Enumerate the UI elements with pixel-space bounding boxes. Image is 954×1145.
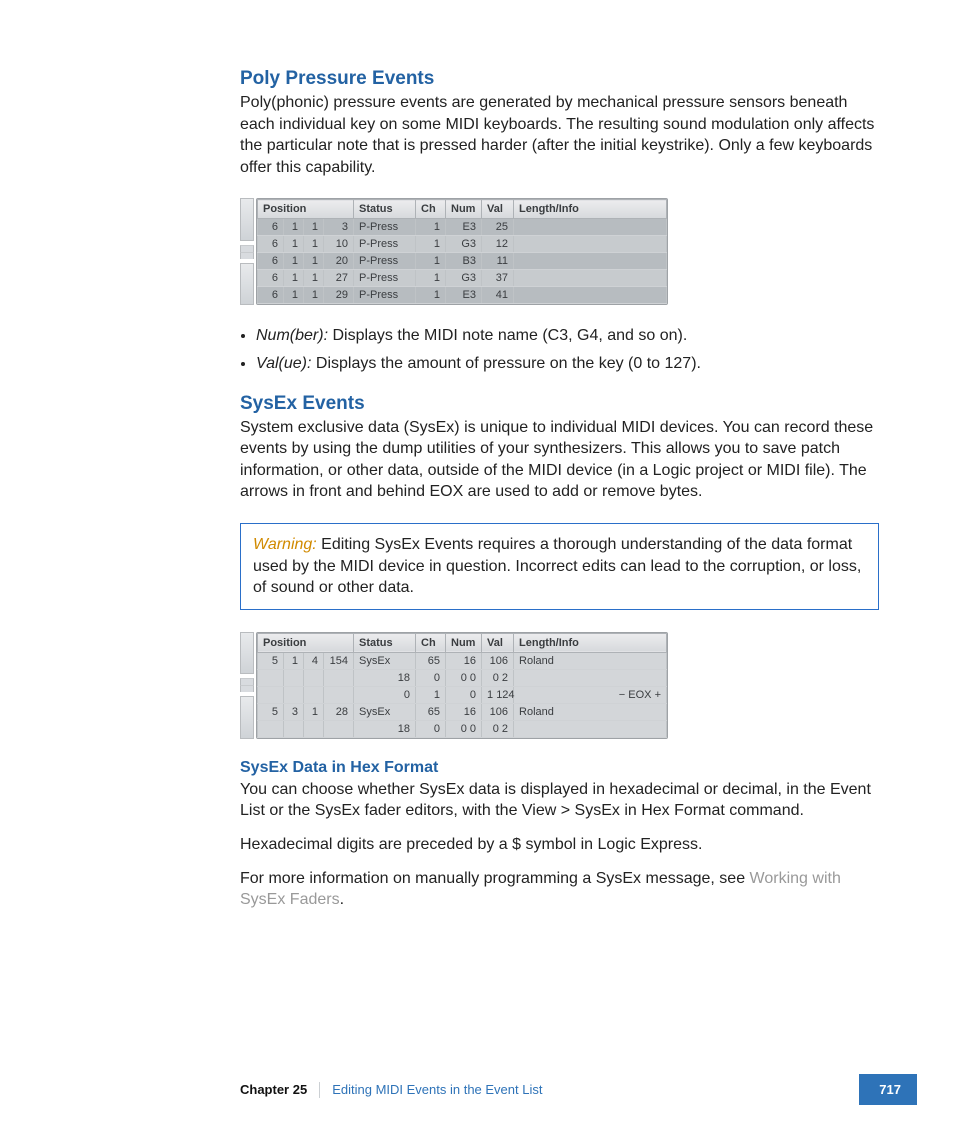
footer-title: Editing MIDI Events in the Event List [332, 1082, 542, 1097]
scroll-handle-up[interactable] [240, 245, 254, 252]
event-list-table-sysex: Position Status Ch Num Val Length/Info 5… [240, 632, 879, 739]
th-status[interactable]: Status [354, 200, 416, 219]
scroll-up[interactable] [240, 632, 254, 675]
heading-poly: Poly Pressure Events [240, 68, 879, 90]
para-hex-3b: . [340, 891, 344, 908]
table-row[interactable]: 6 1 1 27 P-Press 1 G3 37 [258, 270, 667, 287]
bullet-label-num: Num(ber): [256, 327, 328, 344]
para-hex-1: You can choose whether SysEx data is dis… [240, 779, 879, 822]
th-val[interactable]: Val [482, 633, 514, 652]
scroll-handle-down[interactable] [240, 252, 254, 259]
table-row[interactable]: 5 1 4 154 SysEx 65 16 106 Roland [258, 652, 667, 669]
event-list-frame: Position Status Ch Num Val Length/Info 5… [256, 632, 668, 739]
bullet-label-val: Val(ue): [256, 355, 311, 372]
table-row[interactable]: 6 1 1 29 P-Press 1 E3 41 [258, 287, 667, 304]
table-row[interactable]: 0 1 0 1 124 − EOX + [258, 686, 667, 703]
scroll-handle-down[interactable] [240, 685, 254, 692]
th-status[interactable]: Status [354, 633, 416, 652]
scroll-up[interactable] [240, 198, 254, 241]
warning-label: Warning: [253, 536, 317, 553]
table-row[interactable]: 6 1 1 10 P-Press 1 G3 12 [258, 236, 667, 253]
para-hex-2: Hexadecimal digits are preceded by a $ s… [240, 834, 879, 856]
para-hex-3: For more information on manually program… [240, 868, 879, 911]
th-position[interactable]: Position [258, 633, 354, 652]
event-list[interactable]: Position Status Ch Num Val Length/Info 5… [257, 633, 667, 738]
page-footer: Chapter 25 Editing MIDI Events in the Ev… [240, 1034, 879, 1105]
list-item: Val(ue): Displays the amount of pressure… [256, 353, 879, 375]
th-info[interactable]: Length/Info [514, 633, 667, 652]
event-list[interactable]: Position Status Ch Num Val Length/Info 6… [257, 199, 667, 304]
warning-callout: Warning: Editing SysEx Events requires a… [240, 523, 879, 610]
scroll-gutter[interactable] [240, 198, 254, 305]
th-info[interactable]: Length/Info [514, 200, 667, 219]
footer-chapter: Chapter 25 [240, 1082, 307, 1097]
para-poly-intro: Poly(phonic) pressure events are generat… [240, 92, 879, 178]
th-num[interactable]: Num [446, 633, 482, 652]
th-val[interactable]: Val [482, 200, 514, 219]
th-ch[interactable]: Ch [416, 633, 446, 652]
th-num[interactable]: Num [446, 200, 482, 219]
warning-text: Editing SysEx Events requires a thorough… [253, 536, 861, 596]
event-list-table-poly: Position Status Ch Num Val Length/Info 6… [240, 198, 879, 305]
scroll-down[interactable] [240, 696, 254, 739]
para-sysex-intro: System exclusive data (SysEx) is unique … [240, 417, 879, 503]
list-item: Num(ber): Displays the MIDI note name (C… [256, 325, 879, 347]
table-row[interactable]: 18 0 0 0 0 2 [258, 720, 667, 737]
event-list-frame: Position Status Ch Num Val Length/Info 6… [256, 198, 668, 305]
para-hex-3a: For more information on manually program… [240, 870, 750, 887]
bullet-text-num: Displays the MIDI note name (C3, G4, and… [328, 327, 687, 344]
table-row[interactable]: 6 1 1 20 P-Press 1 B3 11 [258, 253, 667, 270]
eox-control[interactable]: − EOX + [619, 689, 661, 701]
table-row[interactable]: 5 3 1 28 SysEx 65 16 106 Roland [258, 703, 667, 720]
scroll-down[interactable] [240, 263, 254, 306]
scroll-handle-up[interactable] [240, 678, 254, 685]
scroll-gutter[interactable] [240, 632, 254, 739]
th-position[interactable]: Position [258, 200, 354, 219]
bullet-text-val: Displays the amount of pressure on the k… [311, 355, 701, 372]
footer-page-number: 717 [859, 1074, 917, 1105]
table-row[interactable]: 6 1 1 3 P-Press 1 E3 25 [258, 219, 667, 236]
bullet-list: Num(ber): Displays the MIDI note name (C… [240, 325, 879, 374]
table-row[interactable]: 18 0 0 0 0 2 [258, 669, 667, 686]
heading-hex: SysEx Data in Hex Format [240, 759, 879, 777]
heading-sysex: SysEx Events [240, 393, 879, 415]
footer-divider [319, 1082, 320, 1098]
th-ch[interactable]: Ch [416, 200, 446, 219]
